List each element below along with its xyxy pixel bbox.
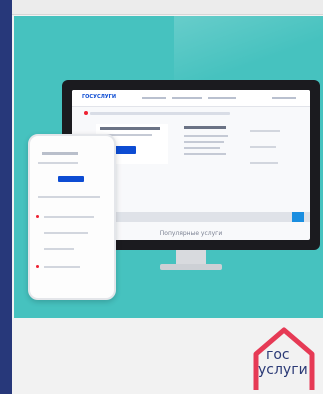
nav-link	[208, 97, 236, 99]
card-title	[100, 127, 160, 130]
phone-row	[44, 216, 94, 218]
phone-row	[44, 266, 80, 268]
phone-row	[38, 196, 100, 198]
phone-button	[58, 176, 84, 182]
phone-row-dot	[36, 265, 39, 268]
nav-link	[172, 97, 202, 99]
alert-dot	[84, 111, 88, 115]
logo-line-2: услуги	[258, 362, 308, 378]
smartphone	[28, 134, 116, 300]
list-heading	[184, 126, 226, 129]
phone-row-dot	[36, 215, 39, 218]
logo-line-1: гос	[266, 347, 290, 363]
phone-row	[44, 232, 88, 234]
list-item	[184, 147, 220, 149]
list-item	[184, 135, 228, 137]
list-item	[250, 130, 280, 132]
phone-header	[42, 152, 78, 155]
nav-link	[142, 97, 166, 99]
poster: ГОСУСЛУГИ Популярные услуги гос услуги	[12, 0, 323, 394]
list-item	[184, 141, 224, 143]
monitor-stand-base	[160, 264, 222, 270]
service-list	[184, 126, 232, 159]
site-nav: ГОСУСЛУГИ	[72, 90, 310, 107]
frame-fold-highlight	[174, 16, 323, 86]
phone-row	[44, 248, 74, 250]
list-item	[250, 146, 276, 148]
list-item	[184, 153, 226, 155]
phone-row	[38, 162, 78, 164]
side-list	[250, 130, 290, 178]
gosuslugi-logo: гос услуги	[242, 320, 322, 394]
list-item	[250, 162, 278, 164]
site-logo: ГОСУСЛУГИ	[82, 94, 117, 100]
top-band	[12, 0, 323, 15]
breadcrumb	[90, 112, 230, 115]
left-blue-stripe	[0, 0, 12, 394]
nav-link	[272, 97, 296, 99]
search-button	[292, 212, 304, 222]
